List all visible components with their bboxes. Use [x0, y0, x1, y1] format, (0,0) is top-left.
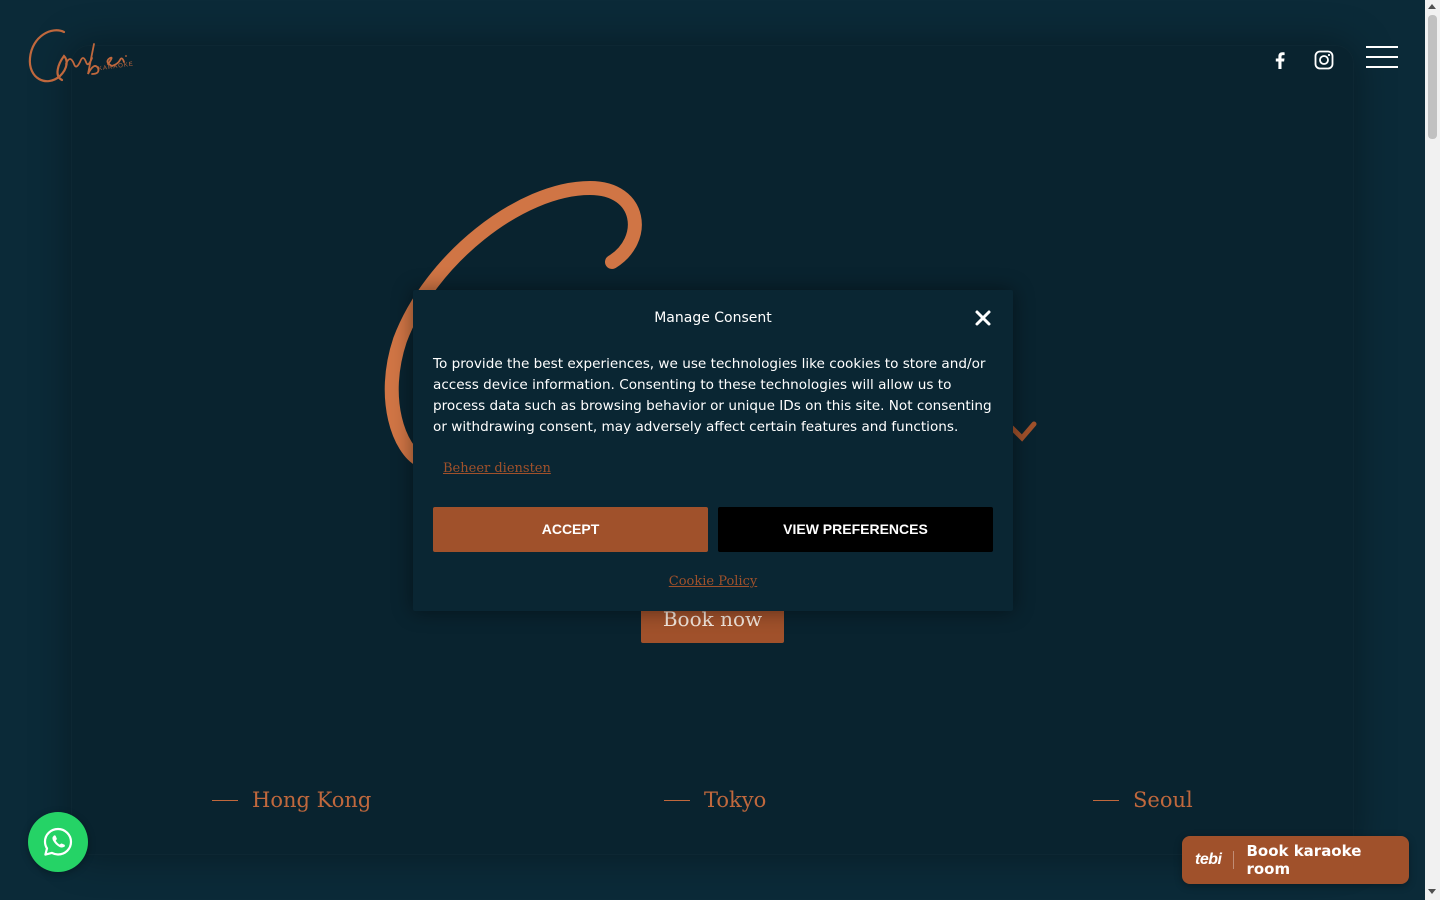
ganbei-logo[interactable] — [24, 24, 139, 92]
instagram-icon[interactable] — [1312, 48, 1336, 72]
city-dash — [664, 799, 690, 801]
view-preferences-button[interactable]: VIEW PREFERENCES — [718, 507, 993, 552]
hamburger-icon-line — [1366, 66, 1398, 68]
city-name: Tokyo — [704, 788, 767, 812]
city-name: Hong Kong — [252, 788, 372, 812]
scrollbar-thumb[interactable] — [1428, 15, 1437, 139]
accept-button[interactable]: ACCEPT — [433, 507, 708, 552]
cookie-policy-row: Cookie Policy — [413, 570, 1013, 589]
book-karaoke-room-label: Book karaoke room — [1246, 842, 1362, 878]
city-item: Hong Kong — [212, 788, 371, 812]
facebook-icon[interactable] — [1268, 48, 1292, 72]
close-icon[interactable] — [973, 308, 993, 328]
cookie-policy-link[interactable]: Cookie Policy — [669, 574, 757, 589]
divider — [1233, 851, 1235, 869]
city-dash — [212, 799, 238, 801]
consent-body: To provide the best experiences, we use … — [433, 356, 992, 435]
whatsapp-button[interactable] — [28, 812, 88, 872]
hamburger-icon-line — [1366, 56, 1398, 58]
manage-services-link[interactable]: Beheer diensten — [443, 461, 551, 476]
city-name: Seoul — [1133, 788, 1193, 812]
menu-button[interactable] — [1366, 46, 1398, 70]
whatsapp-icon — [43, 827, 73, 856]
book-karaoke-room-button[interactable]: tebi Book karaoke room — [1182, 836, 1409, 884]
scroll-up-arrow-icon[interactable] — [1428, 4, 1436, 9]
city-dash — [1093, 799, 1119, 801]
scroll-down-arrow-icon[interactable] — [1428, 889, 1436, 894]
consent-title: Manage Consent — [654, 310, 772, 326]
hamburger-icon-line — [1366, 46, 1398, 48]
city-item: Seoul — [1093, 788, 1193, 812]
tebi-logo: tebi — [1195, 851, 1222, 868]
consent-dialog: Manage Consent To provide the best exper… — [413, 290, 1013, 611]
city-item: Tokyo — [664, 788, 766, 812]
